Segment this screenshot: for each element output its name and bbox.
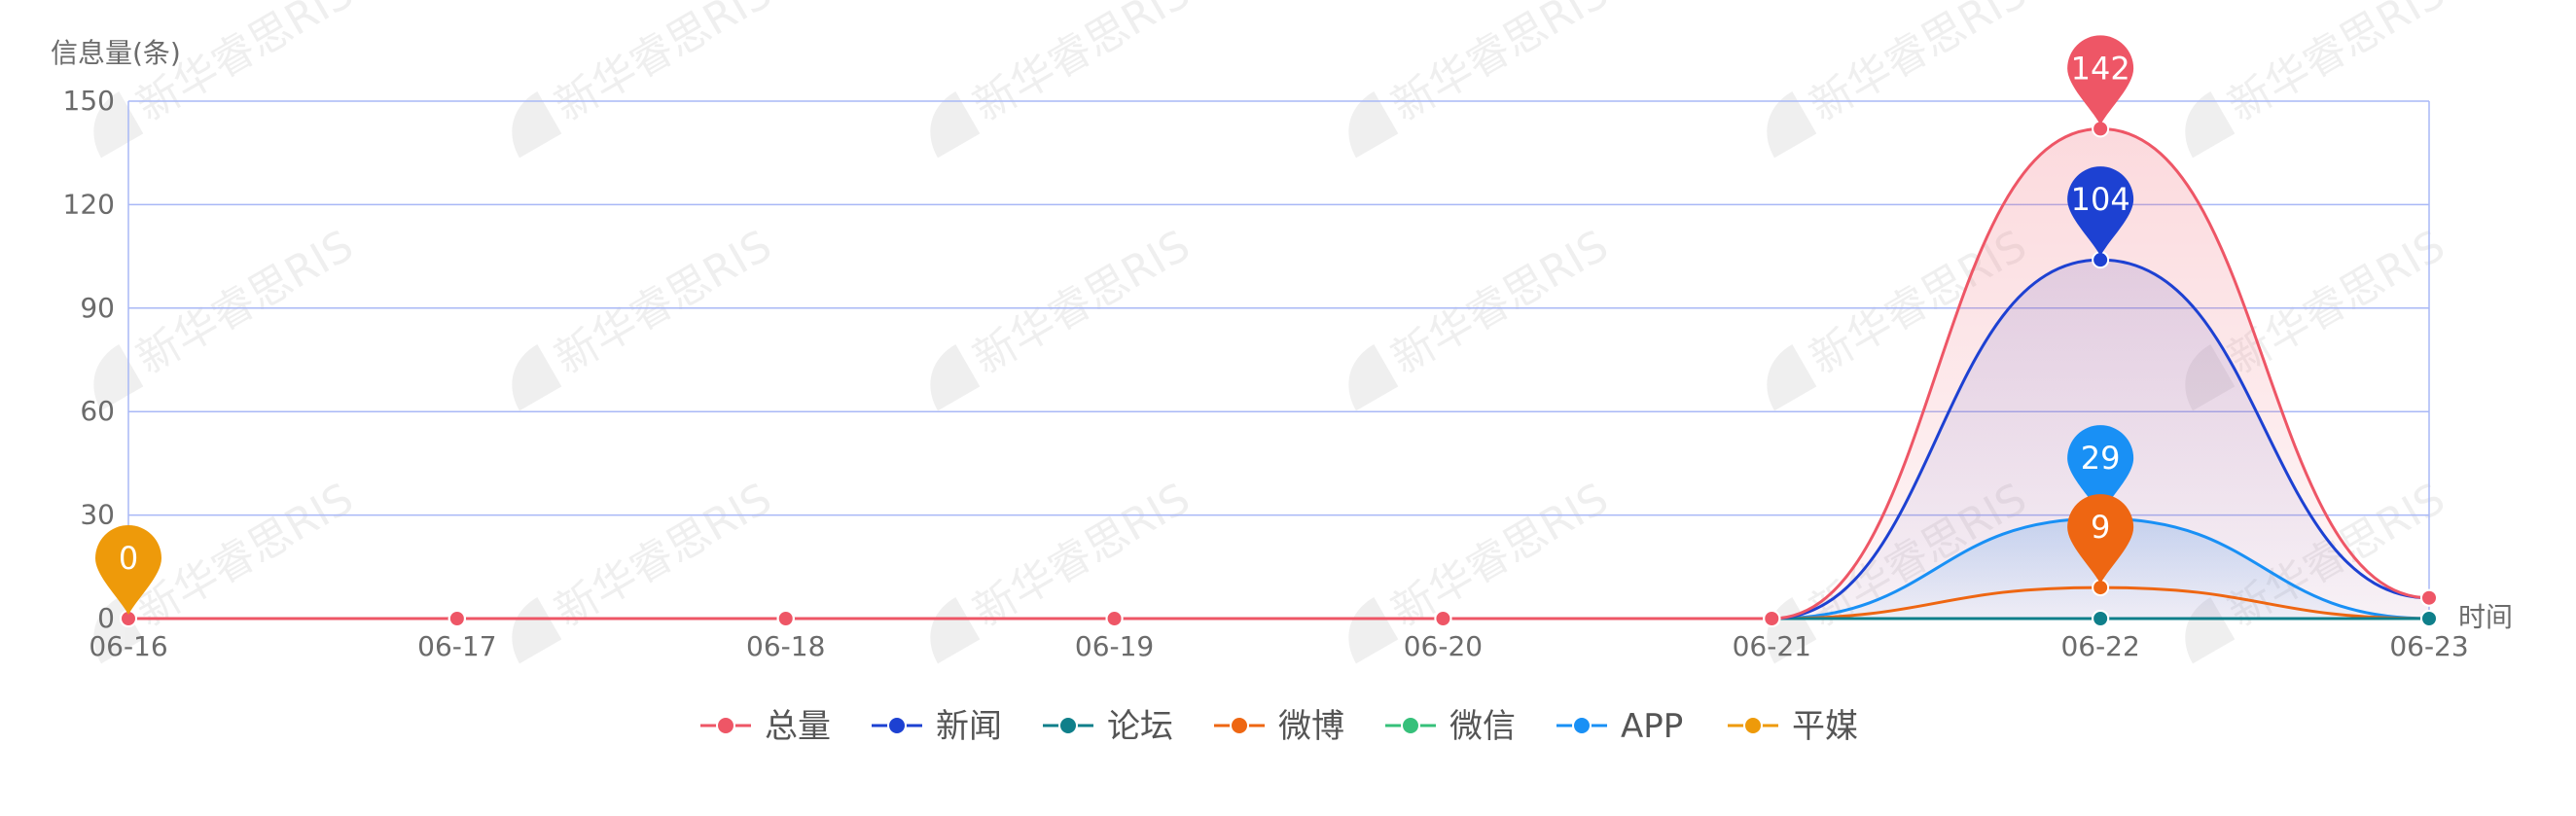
marker-label: 142 [2071,50,2130,87]
watermark-text: 新华睿思RIS [965,221,1199,384]
line-chart: 新华睿思RIS 新华睿思RIS 新华睿思RIS 新华睿思RIS 新华睿思RIS 新华睿思R… [51,0,2513,746]
watermark-tile: 新华睿思RIS [1348,221,1617,411]
watermark-logo [1767,344,1817,411]
watermark-logo [512,344,562,411]
legend-label: 微博 [1278,707,1344,746]
value-marker: 142 [2067,35,2134,125]
legend-label: 微信 [1449,707,1516,746]
y-tick-label: 60 [80,395,115,427]
watermark-text: 新华睿思RIS [965,0,1199,131]
x-tick-label: 06-17 [417,630,496,662]
watermark-logo [930,344,981,411]
x-tick-label: 06-22 [2060,630,2139,662]
watermark-text: 新华睿思RIS [1802,0,2035,131]
legend-label: 论坛 [1107,707,1173,746]
legend-swatch-dot [1743,716,1763,735]
legend-label: APP [1621,707,1683,746]
legend-label: 新闻 [936,707,1002,746]
marker-label: 9 [2091,509,2110,546]
watermark-logo [930,597,981,664]
data-point [2092,610,2110,627]
watermark-tile: 新华睿思RIS [930,0,1199,159]
watermark-text: 新华睿思RIS [128,474,362,637]
y-axis-title: 信息量(条) [51,37,181,69]
x-tick-label: 06-19 [1075,630,1154,662]
marker-label: 104 [2071,181,2130,218]
watermark-tile: 新华睿思RIS [512,0,780,159]
watermark-text: 新华睿思RIS [128,221,362,384]
watermark-text: 新华睿思RIS [1383,221,1617,384]
watermark-text: 新华睿思RIS [547,474,780,637]
legend-swatch-dot [1572,716,1592,735]
y-tick-label: 90 [80,292,115,324]
legend-item[interactable]: 平媒 [1728,707,1858,746]
y-tick-label: 120 [63,188,115,220]
x-axis-title: 时间 [2458,601,2513,633]
data-point [447,610,466,627]
legend-label: 总量 [765,707,831,746]
watermark-tile: 新华睿思RIS [930,474,1199,664]
legend-item[interactable]: 新闻 [872,707,1002,746]
watermark-text: 新华睿思RIS [2220,0,2453,131]
legend-swatch-dot [1230,716,1249,735]
x-tick-label: 06-21 [1733,630,1811,662]
watermark-tile: 新华睿思RIS [2185,0,2453,159]
legend-swatch-dot [716,716,735,735]
marker-label: 29 [2081,440,2121,477]
watermark-tile: 新华睿思RIS [512,474,780,664]
data-point [2420,588,2438,607]
x-tick-label: 06-18 [746,630,825,662]
watermark-text: 新华睿思RIS [1383,474,1617,637]
watermark-tile: 新华睿思RIS [1767,0,2035,159]
watermark-tile: 新华睿思RIS [930,221,1199,411]
watermark-text: 新华睿思RIS [547,221,780,384]
watermark-tile: 新华睿思RIS [512,221,780,411]
y-tick-label: 150 [63,85,115,117]
legend-swatch-dot [1058,716,1078,735]
watermark-logo [1348,344,1399,411]
marker-label: 0 [119,540,138,577]
legend-swatch-dot [1401,716,1420,735]
data-point [1105,610,1124,627]
legend-item[interactable]: 总量 [700,707,831,746]
watermark-text: 新华睿思RIS [965,474,1199,637]
data-point [776,610,795,627]
data-point [1434,610,1452,627]
watermark-tile: 新华睿思RIS [93,0,362,159]
watermark-logo [512,597,562,664]
x-tick-label: 06-20 [1404,630,1483,662]
x-tick-label: 06-16 [89,630,167,662]
data-point [2420,610,2438,627]
watermark-tile: 新华睿思RIS [1348,0,1617,159]
legend-swatch-dot [887,716,907,735]
watermark-tile: 新华睿思RIS [93,221,362,411]
legend-item[interactable]: 微信 [1385,707,1516,746]
legend: 总量 新闻 论坛 微博 微信 APP 平媒 [700,707,1858,746]
legend-item[interactable]: APP [1556,707,1683,746]
legend-label: 平媒 [1792,707,1858,746]
watermark-text: 新华睿思RIS [547,0,780,131]
y-tick-label: 30 [80,499,115,531]
watermark-logo [1348,597,1399,664]
legend-item[interactable]: 论坛 [1043,707,1173,746]
watermark-text: 新华睿思RIS [1383,0,1617,131]
x-tick-label: 06-23 [2389,630,2468,662]
legend-item[interactable]: 微博 [1214,707,1344,746]
data-point [1763,610,1781,627]
